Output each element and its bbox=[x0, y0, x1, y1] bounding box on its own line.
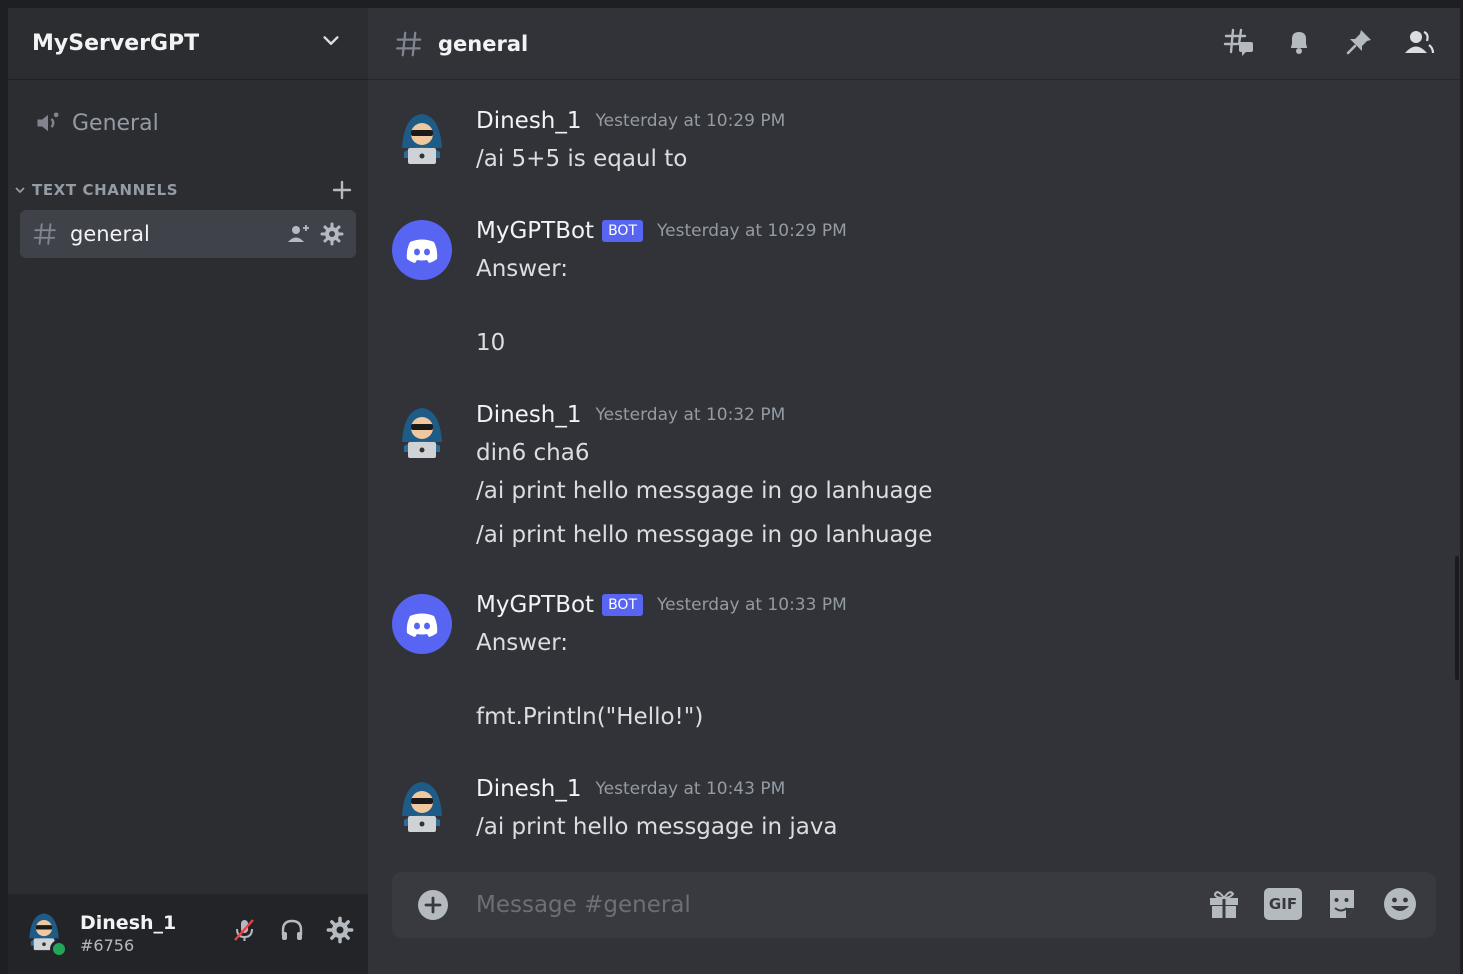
scrollbar-thumb[interactable] bbox=[1455, 556, 1459, 680]
sticker-icon[interactable] bbox=[1324, 886, 1360, 922]
header-tools bbox=[1223, 26, 1435, 58]
chevron-down-icon bbox=[15, 187, 25, 194]
channel-sidebar: MyServerGPT General TEXT CHANNELS genera… bbox=[8, 8, 368, 974]
sidebar-item-general[interactable]: general bbox=[20, 210, 356, 258]
plus-icon[interactable] bbox=[330, 178, 354, 202]
message-item: MyGPTBot BOT Yesterday at 10:29 PM Answe… bbox=[368, 218, 1428, 358]
discord-bot-avatar[interactable] bbox=[392, 594, 452, 654]
message-header: Dinesh_1 Yesterday at 10:43 PM bbox=[476, 776, 785, 802]
message-timestamp: Yesterday at 10:29 PM bbox=[595, 111, 786, 131]
user-tag: #6756 bbox=[80, 936, 135, 955]
message-timestamp: Yesterday at 10:29 PM bbox=[657, 221, 847, 241]
message-timestamp: Yesterday at 10:33 PM bbox=[657, 595, 847, 615]
message-author[interactable]: MyGPTBot bbox=[476, 592, 594, 618]
server-header[interactable]: MyServerGPT bbox=[8, 8, 368, 80]
message-author[interactable]: Dinesh_1 bbox=[476, 402, 582, 428]
avatar[interactable] bbox=[392, 402, 452, 462]
composer-tools: GIF bbox=[1206, 886, 1418, 922]
channel-title: general bbox=[438, 31, 529, 56]
message-header: Dinesh_1 Yesterday at 10:29 PM bbox=[476, 108, 785, 134]
message-author[interactable]: Dinesh_1 bbox=[476, 108, 582, 134]
avatar[interactable] bbox=[392, 776, 452, 836]
message-header: MyGPTBot BOT Yesterday at 10:33 PM bbox=[476, 592, 847, 618]
invite-user-icon[interactable] bbox=[286, 222, 312, 246]
gear-icon[interactable] bbox=[320, 222, 344, 246]
message-header: Dinesh_1 Yesterday at 10:32 PM bbox=[476, 402, 785, 428]
microphone-muted-icon[interactable] bbox=[230, 916, 258, 944]
gif-button[interactable]: GIF bbox=[1264, 888, 1302, 920]
add-attachment-icon[interactable] bbox=[416, 888, 450, 922]
message-list: Dinesh_1 Yesterday at 10:29 PM /ai 5+5 i… bbox=[368, 80, 1463, 870]
sidebar-item-voice-general[interactable]: General bbox=[20, 100, 356, 146]
bot-badge: BOT bbox=[602, 220, 644, 242]
threads-icon[interactable] bbox=[1223, 26, 1255, 58]
bell-icon[interactable] bbox=[1283, 26, 1315, 58]
channel-label: general bbox=[70, 222, 150, 246]
emoji-icon[interactable] bbox=[1382, 886, 1418, 922]
message-header: MyGPTBot BOT Yesterday at 10:29 PM bbox=[476, 218, 847, 244]
message-text: 10 bbox=[476, 330, 506, 356]
message-item: Dinesh_1 Yesterday at 10:32 PM din6 cha6… bbox=[368, 402, 1428, 552]
message-author[interactable]: Dinesh_1 bbox=[476, 776, 582, 802]
user-panel: Dinesh_1 #6756 bbox=[8, 894, 368, 974]
message-author[interactable]: MyGPTBot bbox=[476, 218, 594, 244]
message-text: Answer: bbox=[476, 630, 569, 656]
avatar[interactable] bbox=[392, 108, 452, 168]
chevron-down-icon[interactable] bbox=[320, 30, 342, 52]
member-list-icon[interactable] bbox=[1403, 26, 1435, 58]
message-item: Dinesh_1 Yesterday at 10:29 PM /ai 5+5 i… bbox=[368, 108, 1428, 178]
speaker-icon bbox=[37, 112, 59, 132]
pin-icon[interactable] bbox=[1343, 26, 1375, 58]
message-text: /ai print hello messgage in go lanhuage bbox=[476, 478, 933, 504]
message-text: din6 cha6 bbox=[476, 440, 590, 466]
message-item: MyGPTBot BOT Yesterday at 10:33 PM Answe… bbox=[368, 592, 1428, 732]
message-item: Dinesh_1 Yesterday at 10:43 PM /ai print… bbox=[368, 776, 1428, 846]
discord-bot-avatar[interactable] bbox=[392, 220, 452, 280]
category-label: TEXT CHANNELS bbox=[32, 181, 179, 199]
status-online-dot bbox=[50, 940, 68, 958]
discord-app: MyServerGPT General TEXT CHANNELS genera… bbox=[0, 0, 1463, 974]
gift-icon[interactable] bbox=[1206, 886, 1242, 922]
message-text: /ai 5+5 is eqaul to bbox=[476, 146, 688, 172]
message-text: /ai print hello messgage in go lanhuage bbox=[476, 522, 933, 548]
channel-tools bbox=[286, 222, 344, 246]
gear-icon[interactable] bbox=[326, 916, 354, 944]
message-timestamp: Yesterday at 10:43 PM bbox=[595, 779, 786, 799]
user-name: Dinesh_1 bbox=[80, 912, 177, 934]
hashtag-icon bbox=[396, 31, 422, 56]
message-composer: GIF bbox=[392, 872, 1436, 938]
voice-channel-label: General bbox=[72, 110, 159, 136]
chat-main: general Dinesh_1 Yesterday at 10:29 PM /… bbox=[368, 8, 1463, 974]
user-controls bbox=[230, 916, 354, 944]
window-top-strip bbox=[0, 0, 1463, 8]
hashtag-icon bbox=[33, 223, 56, 245]
message-text: fmt.Println("Hello!") bbox=[476, 704, 704, 730]
category-text-channels[interactable]: TEXT CHANNELS bbox=[14, 176, 354, 204]
headphones-icon[interactable] bbox=[278, 916, 306, 944]
message-input[interactable] bbox=[476, 882, 1176, 928]
message-timestamp: Yesterday at 10:32 PM bbox=[595, 405, 786, 425]
message-text: Answer: bbox=[476, 256, 569, 282]
channel-header: general bbox=[368, 8, 1463, 80]
bot-badge: BOT bbox=[602, 594, 644, 616]
message-text: /ai print hello messgage in java bbox=[476, 814, 838, 840]
server-name: MyServerGPT bbox=[32, 31, 200, 56]
